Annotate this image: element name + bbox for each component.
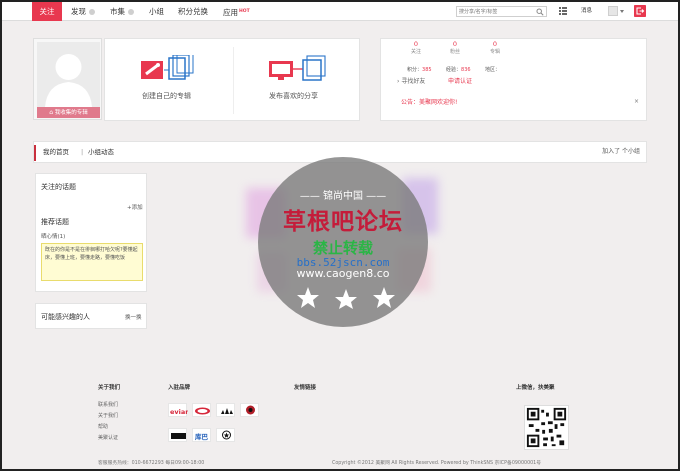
user-stats-card: 0 关注 0 粉丝 0 专辑 积分：385 经验：836 地区： › 寻找好友 … bbox=[380, 38, 647, 121]
watermark-top-text: —— 锦尚中国 —— bbox=[299, 191, 387, 202]
watermark-sub-text: 禁止转载 bbox=[312, 239, 373, 257]
brand-logo-car[interactable] bbox=[192, 403, 211, 417]
nav-label: 关注 bbox=[39, 7, 55, 16]
avatar-card: ⌂ 我收集的专辑 bbox=[33, 38, 102, 120]
footer-friend-links-title: 友情链接 bbox=[294, 385, 317, 391]
publish-share-link[interactable]: 发布喜欢的分享 bbox=[269, 91, 318, 101]
my-collected-albums-button[interactable]: ⌂ 我收集的专辑 bbox=[37, 107, 100, 118]
tab-my-home[interactable]: 我的首页 bbox=[43, 142, 69, 162]
region-label: 地区： bbox=[485, 67, 501, 73]
footer-link-help[interactable]: 帮助 bbox=[98, 423, 108, 430]
hot-badge: HOT bbox=[239, 9, 250, 14]
exp-value: 836 bbox=[461, 67, 471, 73]
star-icons bbox=[297, 287, 395, 309]
find-friends-link[interactable]: › 寻找好友 bbox=[397, 76, 425, 85]
brand-logo-adidas[interactable] bbox=[216, 403, 235, 417]
exit-icon[interactable] bbox=[634, 5, 646, 17]
brand-logo-4[interactable] bbox=[168, 428, 187, 442]
footer-link-about[interactable]: 关于我们 bbox=[98, 412, 118, 419]
add-topic-link[interactable]: +添加 bbox=[127, 203, 143, 211]
brand-logo-evian[interactable]: evian bbox=[168, 403, 190, 417]
chevron-right-icon: › bbox=[397, 78, 400, 85]
create-album-link[interactable]: 创建自己的专辑 bbox=[142, 91, 191, 101]
nav-item-market[interactable]: 市集 bbox=[110, 2, 134, 21]
followers-count[interactable]: 0 bbox=[440, 40, 470, 48]
footer-copyright: Copyright ©2012 美聚网 All Rights Reserved.… bbox=[332, 461, 542, 466]
points-value: 385 bbox=[422, 67, 432, 73]
recommended-topics-title: 推荐话题 bbox=[41, 218, 69, 226]
user-avatar-mini[interactable] bbox=[608, 6, 618, 16]
quick-actions-card: 创建自己的专辑 发布喜欢的分享 bbox=[104, 38, 360, 121]
close-icon[interactable]: × bbox=[634, 98, 639, 105]
refresh-batch-link[interactable]: 换一换 bbox=[125, 313, 142, 321]
joined-groups-count[interactable]: 加入了 个小组 bbox=[602, 142, 640, 162]
page: 关注 发现 市集 小组 积分兑换 应用HOT 消息 bbox=[2, 2, 678, 469]
brand-logo-bacardi[interactable] bbox=[240, 403, 259, 417]
divider bbox=[233, 47, 234, 114]
apply-certification-link[interactable]: 申请认证 bbox=[448, 76, 472, 85]
followed-topics-widget: 关注的话题 +添加 推荐话题 晒心情(1) 既在的你是不是在徘徊哪打哈欠呢?要懂… bbox=[35, 173, 147, 292]
nav-label: 小组 bbox=[149, 7, 164, 16]
exp-info: 经验：836 bbox=[446, 66, 471, 73]
svg-text:evian: evian bbox=[170, 408, 188, 416]
footer-wechat-title: 上微信，扶美聚 bbox=[516, 385, 555, 391]
album-create-icon[interactable] bbox=[141, 55, 197, 83]
topic-link[interactable]: 晒心情(1) bbox=[41, 232, 65, 240]
svg-text:库巴: 库巴 bbox=[195, 432, 209, 441]
footer-link-contact[interactable]: 联系我们 bbox=[98, 401, 118, 408]
grid-icon[interactable] bbox=[559, 7, 567, 15]
following-label: 关注 bbox=[410, 49, 421, 55]
nav-label: 市集 bbox=[110, 7, 125, 16]
dropdown-dot-icon bbox=[128, 9, 134, 15]
nav-item-points-exchange[interactable]: 积分兑换 bbox=[178, 2, 208, 21]
footer-link-certification[interactable]: 美聚认证 bbox=[98, 434, 118, 441]
brand-logo-kuba[interactable]: 库巴 bbox=[192, 428, 211, 442]
nav-item-apps[interactable]: 应用HOT bbox=[223, 2, 250, 21]
dropdown-dot-icon bbox=[89, 9, 95, 15]
followed-topics-title: 关注的话题 bbox=[41, 183, 76, 191]
interest-title: 可能感兴趣的人 bbox=[41, 313, 90, 321]
nav-item-groups[interactable]: 小组 bbox=[149, 2, 164, 21]
nav-label: 发现 bbox=[71, 7, 86, 16]
footer-hotline: 客服服务热线：010-6672293 每日09:00-18:00 bbox=[98, 461, 205, 466]
nav-item-follow[interactable]: 关注 bbox=[32, 2, 62, 21]
people-you-may-like-widget: 可能感兴趣的人 换一换 bbox=[35, 303, 147, 329]
watermark-seal: —— 锦尚中国 —— 草根吧论坛 禁止转载 bbs.52jscn.com www… bbox=[258, 157, 428, 327]
points-info: 积分：385 bbox=[407, 66, 432, 73]
user-silhouette-icon bbox=[45, 54, 92, 107]
following-count[interactable]: 0 bbox=[401, 40, 431, 48]
search-icon[interactable] bbox=[536, 8, 544, 16]
announcement-text[interactable]: 公告：美聚网欢迎你! bbox=[401, 97, 457, 106]
nav-label: 应用 bbox=[223, 8, 238, 17]
exp-label: 经验： bbox=[446, 67, 462, 73]
nav-item-discover[interactable]: 发现 bbox=[71, 2, 95, 21]
chevron-down-icon[interactable] bbox=[620, 10, 624, 13]
topic-tip-box: 既在的你是不是在徘徊哪打哈欠呢?要懂起床，要懂上班，要懂走路，要懂吃饭 bbox=[41, 243, 143, 281]
watermark-main-text: 草根吧论坛 bbox=[283, 209, 403, 235]
top-nav: 关注 发现 市集 小组 积分兑换 应用HOT 消息 bbox=[2, 2, 678, 21]
search-input[interactable] bbox=[459, 7, 533, 16]
collect-label: 我收集的专辑 bbox=[54, 110, 88, 116]
home-icon: ⌂ bbox=[49, 109, 54, 116]
albums-label: 专辑 bbox=[489, 49, 500, 55]
footer-brands-title: 入驻品牌 bbox=[168, 385, 191, 391]
share-publish-icon[interactable] bbox=[269, 55, 327, 83]
qr-code-icon bbox=[524, 405, 569, 450]
avatar[interactable] bbox=[37, 42, 100, 107]
footer-about-title: 关于我们 bbox=[98, 385, 121, 391]
brand-logo-converse[interactable] bbox=[216, 428, 235, 442]
find-friends-label: 寻找好友 bbox=[401, 78, 426, 85]
tab-separator: | bbox=[81, 148, 84, 156]
tab-group-activity[interactable]: 小组动态 bbox=[88, 142, 114, 162]
points-label: 积分： bbox=[407, 67, 423, 73]
followers-label: 粉丝 bbox=[449, 49, 460, 55]
nav-label: 积分兑换 bbox=[178, 7, 208, 16]
watermark-url: www.caogen8.co bbox=[296, 267, 390, 280]
messages-link[interactable]: 消息 bbox=[581, 2, 592, 21]
albums-count[interactable]: 0 bbox=[480, 40, 510, 48]
search-box bbox=[456, 6, 547, 17]
